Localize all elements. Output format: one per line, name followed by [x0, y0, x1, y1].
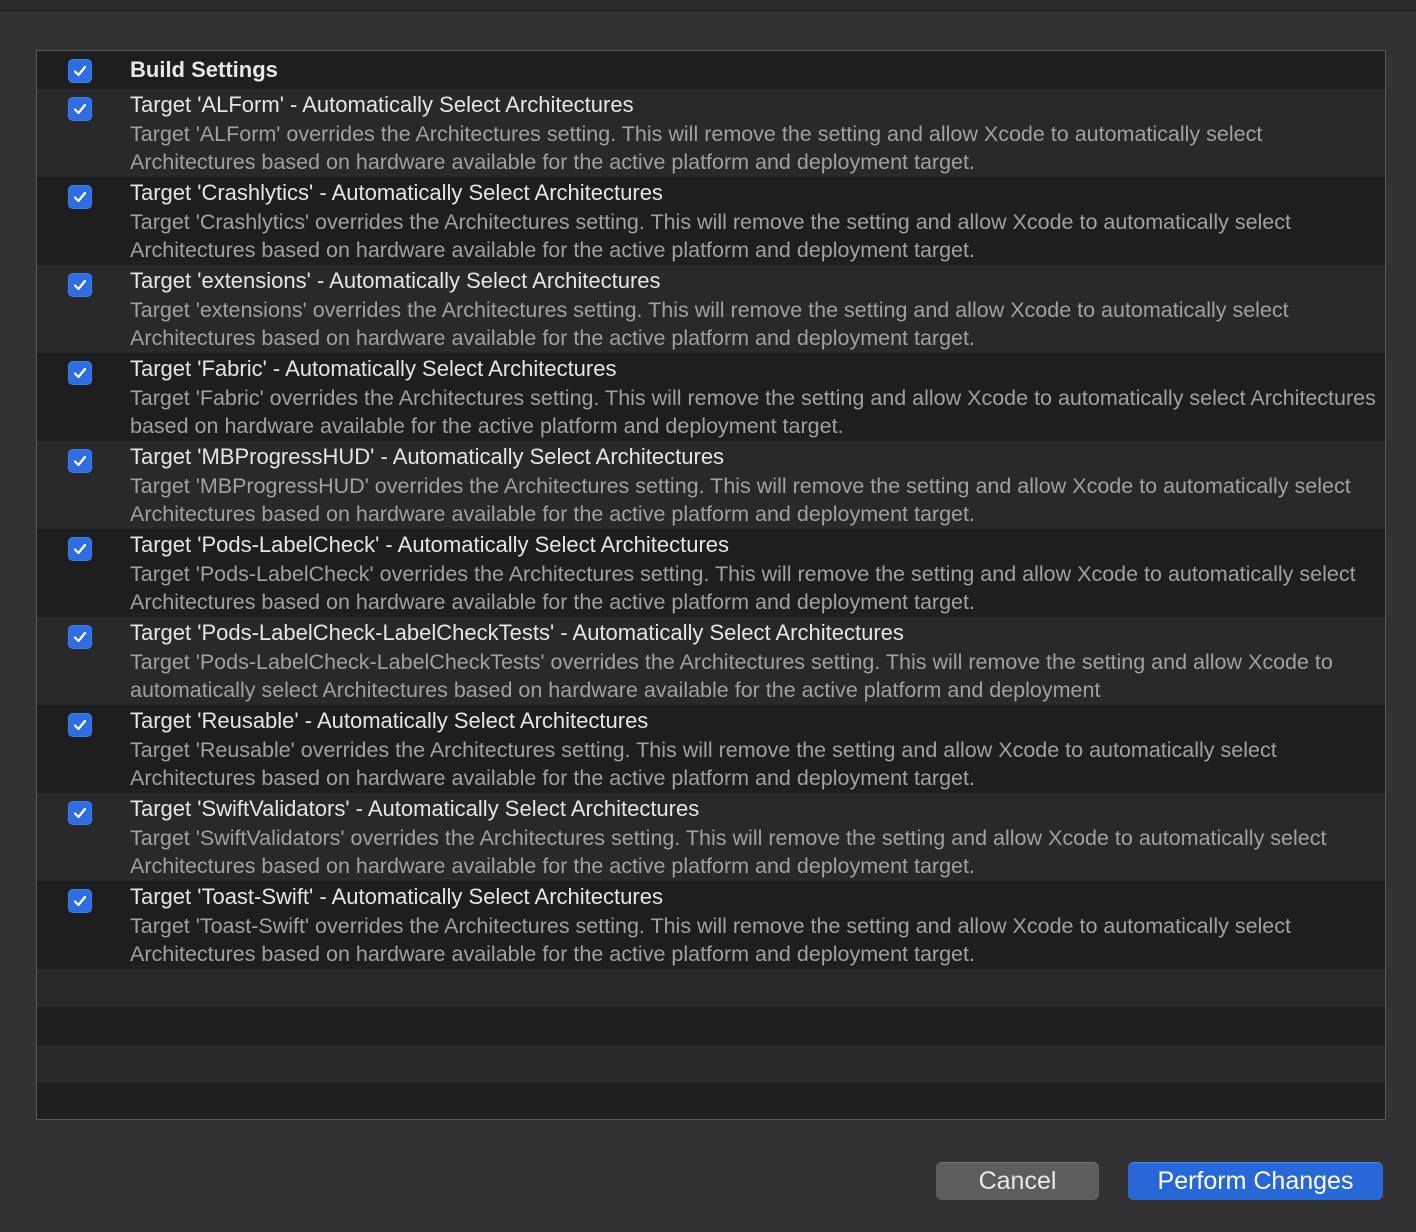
change-checkbox[interactable] — [68, 801, 92, 825]
checkmark-icon — [73, 65, 87, 77]
change-title: Target 'Fabric' - Automatically Select A… — [130, 356, 617, 381]
change-title: Target 'ALForm' - Automatically Select A… — [130, 92, 634, 117]
change-row[interactable]: Target 'SwiftValidators' - Automatically… — [37, 793, 1385, 881]
change-row[interactable]: Target 'Toast-Swift' - Automatically Sel… — [37, 881, 1385, 969]
change-description: Target 'Pods-LabelCheck' overrides the A… — [130, 562, 1356, 614]
build-settings-label: Build Settings — [130, 57, 278, 82]
change-description: Target 'Crashlytics' overrides the Archi… — [130, 210, 1291, 262]
change-row[interactable]: Target 'ALForm' - Automatically Select A… — [37, 89, 1385, 177]
checkmark-icon — [73, 279, 87, 291]
change-checkbox[interactable] — [68, 97, 92, 121]
checkmark-icon — [73, 719, 87, 731]
build-settings-header-row[interactable]: Build Settings — [37, 51, 1385, 89]
change-row[interactable]: Target 'Pods-LabelCheck' - Automatically… — [37, 529, 1385, 617]
perform-changes-button[interactable]: Perform Changes — [1128, 1162, 1383, 1200]
change-row[interactable]: Target 'Crashlytics' - Automatically Sel… — [37, 177, 1385, 265]
checkmark-icon — [73, 367, 87, 379]
change-description: Target 'Toast-Swift' overrides the Archi… — [130, 914, 1291, 966]
change-row[interactable]: Target 'MBProgressHUD' - Automatically S… — [37, 441, 1385, 529]
empty-row — [37, 1045, 1385, 1083]
change-title: Target 'SwiftValidators' - Automatically… — [130, 796, 700, 821]
change-title: Target 'MBProgressHUD' - Automatically S… — [130, 444, 725, 469]
change-description: Target 'Reusable' overrides the Architec… — [130, 738, 1277, 790]
checkmark-icon — [73, 543, 87, 555]
checkmark-icon — [73, 895, 87, 907]
change-description: Target 'SwiftValidators' overrides the A… — [130, 826, 1327, 878]
change-row[interactable]: Target 'Fabric' - Automatically Select A… — [37, 353, 1385, 441]
changes-list[interactable]: Build Settings Target 'ALForm' - Automat… — [36, 50, 1386, 1120]
empty-row — [37, 1083, 1385, 1119]
change-title: Target 'Reusable' - Automatically Select… — [130, 708, 649, 733]
change-row[interactable]: Target 'Reusable' - Automatically Select… — [37, 705, 1385, 793]
change-description: Target 'extensions' overrides the Archit… — [130, 298, 1289, 350]
checkmark-icon — [73, 103, 87, 115]
change-title: Target 'Toast-Swift' - Automatically Sel… — [130, 884, 663, 909]
change-description: Target 'MBProgressHUD' overrides the Arc… — [130, 474, 1351, 526]
change-title: Target 'extensions' - Automatically Sele… — [130, 268, 661, 293]
build-settings-checkbox[interactable] — [68, 59, 92, 83]
change-row[interactable]: Target 'Pods-LabelCheck-LabelCheckTests'… — [37, 617, 1385, 705]
change-checkbox[interactable] — [68, 889, 92, 913]
empty-row — [37, 1007, 1385, 1045]
checkmark-icon — [73, 191, 87, 203]
change-title: Target 'Pods-LabelCheck-LabelCheckTests'… — [130, 620, 904, 645]
empty-row — [37, 969, 1385, 1007]
checkmark-icon — [73, 631, 87, 643]
change-description: Target 'ALForm' overrides the Architectu… — [130, 122, 1263, 174]
change-title: Target 'Crashlytics' - Automatically Sel… — [130, 180, 663, 205]
change-checkbox[interactable] — [68, 185, 92, 209]
checkmark-icon — [73, 455, 87, 467]
sheet-top-edge — [0, 0, 1416, 11]
change-checkbox[interactable] — [68, 537, 92, 561]
change-checkbox[interactable] — [68, 625, 92, 649]
change-checkbox[interactable] — [68, 713, 92, 737]
change-checkbox[interactable] — [68, 449, 92, 473]
change-description: Target 'Pods-LabelCheck-LabelCheckTests'… — [130, 650, 1333, 702]
change-row[interactable]: Target 'extensions' - Automatically Sele… — [37, 265, 1385, 353]
cancel-button[interactable]: Cancel — [936, 1162, 1099, 1200]
change-description: Target 'Fabric' overrides the Architectu… — [130, 386, 1376, 438]
perform-changes-sheet: Build Settings Target 'ALForm' - Automat… — [0, 0, 1416, 1232]
change-title: Target 'Pods-LabelCheck' - Automatically… — [130, 532, 730, 557]
change-checkbox[interactable] — [68, 361, 92, 385]
change-checkbox[interactable] — [68, 273, 92, 297]
checkmark-icon — [73, 807, 87, 819]
